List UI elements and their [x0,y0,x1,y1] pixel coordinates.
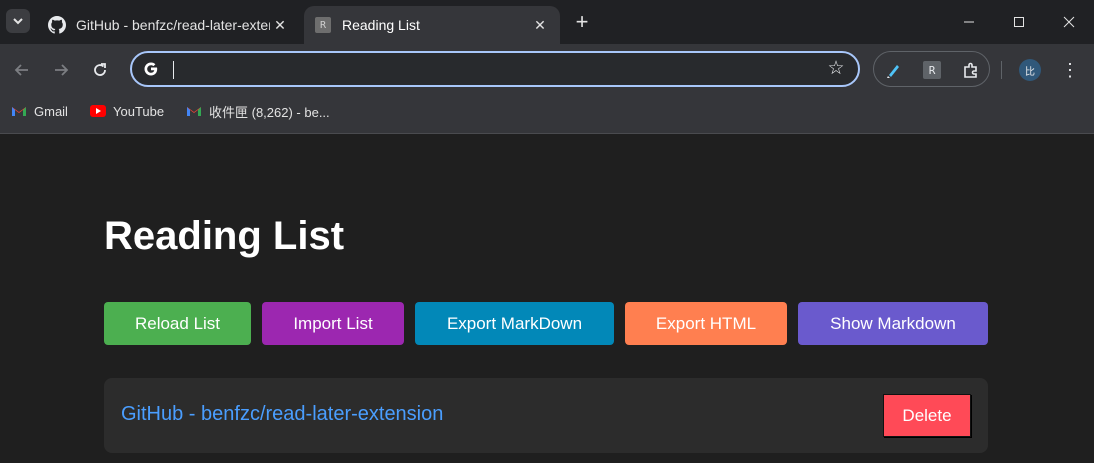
bookmark-inbox[interactable]: 收件匣 (8,262) - be... [186,96,330,126]
extensions-group: R [873,51,990,87]
more-menu-icon[interactable]: ⋮ [1060,58,1080,82]
extensions-menu-button[interactable] [960,59,982,81]
export-markdown-button[interactable]: Export MarkDown [415,302,614,345]
list-item-link[interactable]: GitHub - benfzc/read-later-extension [121,403,443,426]
arrow-right-icon [55,64,69,76]
export-html-button[interactable]: Export HTML [625,302,787,345]
import-list-button[interactable]: Import List [262,302,404,345]
maximize-icon [1014,17,1024,27]
tab-reading-list[interactable]: R Reading List ✕ [304,6,560,44]
close-icon[interactable]: ✕ [270,15,290,35]
page-title: Reading List [104,214,345,258]
close-icon[interactable]: ✕ [530,15,550,35]
chevron-down-icon [13,18,23,25]
arrow-left-icon [14,64,28,76]
bookmark-youtube[interactable]: YouTube [90,96,164,126]
bookmark-gmail[interactable]: Gmail [11,96,68,126]
reload-icon [94,63,106,76]
reading-list-extension-button[interactable]: R [921,59,943,81]
tab-strip: GitHub - benfzc/read-later-extension ✕ R… [0,0,1094,44]
highlighter-extension-button[interactable] [883,59,905,81]
text-cursor [173,61,174,79]
bookmark-label: YouTube [113,103,165,119]
new-tab-button[interactable]: + [570,9,594,34]
browser-toolbar: ☆ R 比 ⋮ [0,44,1094,96]
delete-button[interactable]: Delete [883,394,971,437]
minimize-button[interactable] [944,0,994,44]
tab-github[interactable]: GitHub - benfzc/read-later-extension ✕ [38,6,300,44]
github-icon [48,16,66,34]
puzzle-icon [964,62,977,78]
forward-button[interactable] [49,58,73,82]
toolbar-divider [1001,61,1002,79]
reading-list-extension-icon: R [923,61,941,79]
google-icon [144,62,158,76]
list-item: GitHub - benfzc/read-later-extension Del… [104,378,988,453]
bookmarks-bar: Gmail YouTube 收件匣 (8,262) - be... [0,96,1094,134]
minimize-icon [964,21,974,23]
tab-search-button[interactable] [6,9,30,33]
show-markdown-button[interactable]: Show Markdown [798,302,988,345]
bookmark-label: 收件匣 (8,262) - be... [209,104,330,120]
profile-avatar[interactable]: 比 [1019,59,1041,81]
reload-list-button[interactable]: Reload List [104,302,251,345]
bookmark-star-icon[interactable]: ☆ [826,59,846,79]
omnibox-input[interactable] [172,58,812,80]
youtube-icon [90,103,106,119]
maximize-button[interactable] [994,0,1044,44]
highlighter-icon [887,65,899,78]
bookmark-label: Gmail [34,103,68,119]
close-icon [1063,16,1075,28]
window-close-button[interactable] [1044,0,1094,44]
page-content: Reading List Reload List Import List Exp… [0,134,1094,463]
reload-button[interactable] [88,58,112,82]
gmail-icon [11,103,27,119]
tab-title: GitHub - benfzc/read-later-extension [76,17,270,33]
back-button[interactable] [10,58,34,82]
address-bar[interactable]: ☆ [130,51,860,87]
tab-title: Reading List [342,17,420,33]
reading-list-favicon: R [315,17,331,33]
gmail-icon [186,103,202,119]
